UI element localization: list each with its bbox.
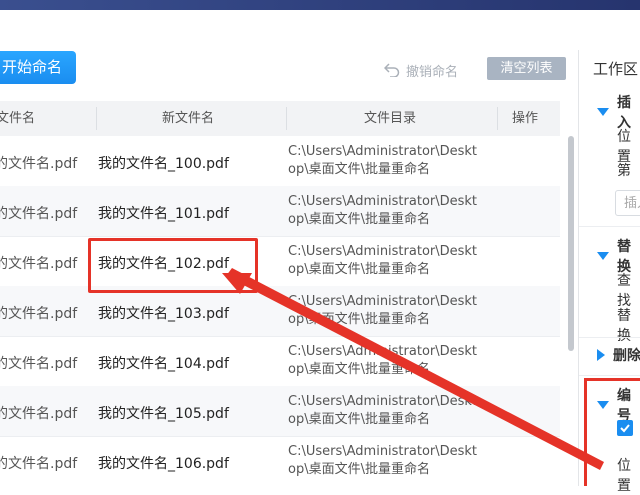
annotation-arrow-shaft [226,268,604,470]
annotation-arrow [222,268,604,470]
